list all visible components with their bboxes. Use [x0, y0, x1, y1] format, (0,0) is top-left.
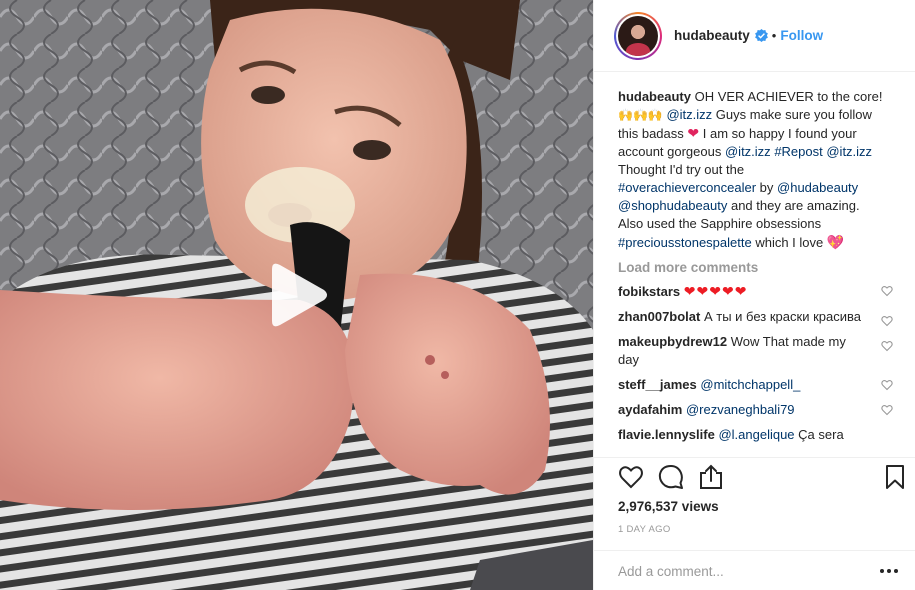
comment-row: steff__james @mitchchappell_	[618, 376, 893, 394]
play-icon	[272, 263, 327, 327]
sparkling-heart-emoji: 💖	[826, 234, 845, 250]
comment-text: ❤❤❤❤❤	[683, 283, 748, 299]
avatar[interactable]	[614, 11, 662, 60]
load-more-comments-button[interactable]: Load more comments	[618, 260, 885, 275]
caption-text: by	[759, 180, 774, 195]
comment-row: flavie.lennyslife @l.angelique Ça sera	[618, 426, 885, 444]
caption-mention[interactable]: @hudabeauty	[777, 180, 858, 195]
like-button[interactable]	[618, 464, 644, 490]
comment-like-button[interactable]	[881, 403, 893, 416]
header-username[interactable]: hudabeauty	[674, 28, 750, 43]
save-button[interactable]	[882, 464, 908, 490]
heart-outline-icon	[881, 380, 893, 391]
comment-like-button[interactable]	[881, 314, 893, 327]
comment-input[interactable]	[618, 562, 868, 580]
caption-text: which I love	[755, 235, 824, 250]
comment-row: zhan007bolat А ты и без краски красива	[618, 308, 893, 327]
comment-text: Ça sera	[798, 427, 844, 442]
comment-mention[interactable]: @mitchchappell_	[700, 377, 800, 392]
comment-username[interactable]: zhan007bolat	[618, 309, 700, 324]
caption-mention[interactable]: @itz.izz	[725, 144, 771, 159]
heart-emoji: ❤	[687, 125, 700, 141]
comment-username[interactable]: aydafahim	[618, 402, 682, 417]
caption-text: OH VER ACHIEVER to the core!	[694, 89, 883, 104]
follow-button[interactable]: Follow	[780, 28, 823, 43]
heart-outline-icon	[881, 341, 893, 352]
caption-text: Thought I'd try out the	[618, 162, 745, 177]
comment-username[interactable]: fobikstars	[618, 284, 680, 299]
post-side-panel: hudabeauty • Follow hudabeauty OH VER AC…	[593, 0, 915, 590]
post-actions: 2,976,537 views 1 DAY AGO	[594, 457, 915, 535]
comment-button[interactable]	[658, 464, 684, 490]
post-caption: hudabeauty OH VER ACHIEVER to the core! …	[618, 88, 885, 252]
post-header: hudabeauty • Follow	[594, 0, 915, 72]
share-button[interactable]	[698, 464, 724, 490]
heart-outline-icon	[881, 405, 893, 416]
share-icon	[700, 464, 722, 489]
caption-emojis: 🙌🙌🙌	[618, 108, 663, 122]
comment-icon	[658, 465, 683, 489]
comment-username[interactable]: steff__james	[618, 377, 697, 392]
separator-dot: •	[771, 28, 777, 43]
view-count[interactable]: 2,976,537 views	[618, 499, 719, 514]
comment-row: fobikstars ❤❤❤❤❤	[618, 282, 893, 301]
comment-username[interactable]: makeupbydrew12	[618, 334, 727, 349]
heart-icon	[619, 466, 643, 489]
post-timestamp[interactable]: 1 DAY AGO	[618, 524, 671, 535]
play-button[interactable]	[266, 261, 330, 329]
bookmark-icon	[886, 465, 904, 489]
profile-picture	[618, 15, 658, 56]
video-player[interactable]	[0, 0, 593, 590]
comment-like-button[interactable]	[881, 339, 893, 352]
add-comment-bar	[594, 550, 915, 590]
heart-outline-icon	[881, 316, 893, 327]
comment-mention[interactable]: @rezvaneghbali79	[686, 402, 795, 417]
caption-mention[interactable]: @itz.izz	[666, 107, 712, 122]
verified-badge-icon	[754, 29, 768, 42]
comment-mention[interactable]: @l.angelique	[718, 427, 794, 442]
comment-like-button[interactable]	[881, 284, 893, 297]
comment-row: makeupbydrew12 Wow That made my day	[618, 333, 893, 369]
comments-list[interactable]: hudabeauty OH VER ACHIEVER to the core! …	[594, 72, 915, 457]
more-options-button[interactable]	[879, 563, 899, 579]
caption-hashtag[interactable]: #preciousstonespalette	[618, 235, 752, 250]
comment-row: aydafahim @rezvaneghbali79	[618, 401, 893, 419]
comment-username[interactable]: flavie.lennyslife	[618, 427, 715, 442]
instagram-post: hudabeauty • Follow hudabeauty OH VER AC…	[0, 0, 915, 590]
caption-username[interactable]: hudabeauty	[618, 89, 691, 104]
comment-text: А ты и без краски красива	[703, 309, 861, 324]
caption-hashtag[interactable]: #overachieverconcealer	[618, 180, 756, 195]
comment-like-button[interactable]	[881, 378, 893, 391]
caption-hashtag[interactable]: #Repost	[774, 144, 822, 159]
heart-outline-icon	[881, 286, 893, 297]
caption-mention[interactable]: @shophudabeauty	[618, 198, 727, 213]
more-options-icon	[880, 569, 898, 573]
caption-mention[interactable]: @itz.izz	[826, 144, 872, 159]
